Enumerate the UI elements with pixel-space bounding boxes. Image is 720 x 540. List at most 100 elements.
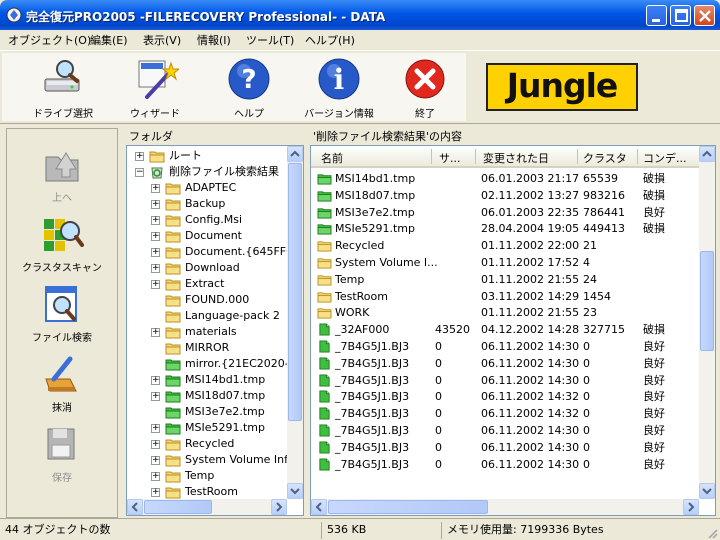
tree-horizontal-scrollbar[interactable] — [127, 499, 287, 515]
expand-icon[interactable]: + — [151, 232, 160, 241]
expand-icon[interactable]: + — [151, 472, 160, 481]
scroll-up-arrow[interactable] — [287, 146, 303, 162]
file-row[interactable]: _7B4G5J1.BJ3 0 06.11.2002 14:30 0 良好 — [311, 372, 699, 389]
scroll-down-arrow[interactable] — [287, 483, 303, 499]
up-button[interactable]: 上へ — [7, 139, 117, 207]
tree-node[interactable]: Language-pack 2 — [127, 308, 287, 324]
resize-grip-icon[interactable] — [706, 527, 718, 539]
tree-node[interactable]: + ルート — [127, 148, 287, 164]
column-divider[interactable] — [637, 149, 638, 164]
file-row[interactable]: MSI18d07.tmp 02.11.2002 13:27 983216 破損 — [311, 187, 699, 204]
tree-node[interactable]: + Backup — [127, 196, 287, 212]
exit-button[interactable]: 終了 — [380, 57, 470, 121]
tree-node[interactable]: + Document — [127, 228, 287, 244]
file-row[interactable]: MSI14bd1.tmp 06.01.2003 21:17 65539 破損 — [311, 170, 699, 187]
menu-tools[interactable]: ツール(T) — [246, 32, 294, 48]
tree-node[interactable]: MIRROR — [127, 340, 287, 356]
scroll-left-arrow[interactable] — [311, 499, 327, 515]
menu-edit[interactable]: 編集(E) — [90, 32, 128, 48]
file-row[interactable]: MSIe5291.tmp 28.04.2004 19:05 449413 破損 — [311, 220, 699, 237]
scroll-right-arrow[interactable] — [271, 499, 287, 515]
file-horizontal-scrollbar[interactable] — [311, 499, 699, 515]
column-condition[interactable]: コンデ... — [643, 150, 687, 166]
expand-icon[interactable]: + — [151, 328, 160, 337]
scroll-thumb[interactable] — [700, 251, 714, 351]
tree-node[interactable]: MSI3e7e2.tmp — [127, 404, 287, 420]
tree-node[interactable]: + Temp — [127, 468, 287, 484]
scroll-right-arrow[interactable] — [683, 499, 699, 515]
version-button[interactable]: i バージョン情報 — [294, 57, 384, 121]
maximize-button[interactable] — [670, 5, 691, 26]
scroll-thumb[interactable] — [328, 500, 488, 514]
file-row[interactable]: TestRoom 03.11.2002 14:29 1454 — [311, 288, 699, 305]
collapse-icon[interactable]: − — [135, 168, 144, 177]
file-search-button[interactable]: ファイル検索 — [7, 279, 117, 347]
column-divider[interactable] — [475, 149, 476, 164]
expand-icon[interactable]: + — [151, 280, 160, 289]
tree-node[interactable]: + Config.Msi — [127, 212, 287, 228]
tree-node[interactable]: + ADAPTEC — [127, 180, 287, 196]
drive-select-button[interactable]: ドライブ選択 — [18, 57, 108, 121]
tree-node[interactable]: + TestRoom — [127, 484, 287, 500]
wizard-button[interactable]: ウィザード — [110, 57, 200, 121]
file-row[interactable]: WORK 01.11.2002 21:55 23 — [311, 304, 699, 321]
menu-view[interactable]: 表示(V) — [143, 32, 181, 48]
tree-vertical-scrollbar[interactable] — [287, 146, 303, 499]
expand-icon[interactable]: + — [151, 184, 160, 193]
file-row[interactable]: _7B4G5J1.BJ3 0 06.11.2002 14:30 0 良好 — [311, 338, 699, 355]
column-modified[interactable]: 変更された日 — [483, 150, 549, 166]
column-size[interactable]: サ... — [439, 150, 461, 166]
file-row[interactable]: Recycled 01.11.2002 22:00 21 — [311, 237, 699, 254]
expand-icon[interactable]: + — [151, 392, 160, 401]
expand-icon[interactable]: + — [151, 248, 160, 257]
tree-node[interactable]: + Recycled — [127, 436, 287, 452]
file-row[interactable]: _7B4G5J1.BJ3 0 06.11.2002 14:32 0 良好 — [311, 388, 699, 405]
tree-node[interactable]: − 削除ファイル検索結果 — [127, 164, 287, 180]
cluster-scan-button[interactable]: クラスタスキャン — [7, 209, 117, 277]
tree-node[interactable]: + MSI14bd1.tmp — [127, 372, 287, 388]
expand-icon[interactable]: + — [135, 152, 144, 161]
tree-node[interactable]: + Extract — [127, 276, 287, 292]
menu-info[interactable]: 情報(I) — [197, 32, 231, 48]
close-button[interactable] — [694, 5, 715, 26]
menu-help[interactable]: ヘルプ(H) — [305, 32, 355, 48]
minimize-button[interactable] — [646, 5, 667, 26]
file-row[interactable]: _7B4G5J1.BJ3 0 06.11.2002 14:30 0 良好 — [311, 456, 699, 473]
scroll-down-arrow[interactable] — [699, 483, 715, 499]
tree-node[interactable]: FOUND.000 — [127, 292, 287, 308]
tree-node[interactable]: + Download — [127, 260, 287, 276]
expand-icon[interactable]: + — [151, 200, 160, 209]
tree-node[interactable]: + MSI18d07.tmp — [127, 388, 287, 404]
app-icon[interactable] — [6, 7, 22, 23]
expand-icon[interactable]: + — [151, 456, 160, 465]
column-divider[interactable] — [431, 149, 432, 164]
tree-node[interactable]: + Document.{645FF04 — [127, 244, 300, 260]
file-row[interactable]: _7B4G5J1.BJ3 0 06.11.2002 14:30 0 良好 — [311, 422, 699, 439]
file-row[interactable]: Temp 01.11.2002 21:55 24 — [311, 271, 699, 288]
tree-node[interactable]: + MSIe5291.tmp — [127, 420, 287, 436]
expand-icon[interactable]: + — [151, 488, 160, 497]
file-list[interactable]: 名前 サ... 変更された日 クラスタ コンデ... MSI14bd1.tmp 0… — [310, 145, 716, 516]
scroll-thumb[interactable] — [144, 500, 212, 514]
expand-icon[interactable]: + — [151, 264, 160, 273]
menu-object[interactable]: オブジェクト(O) — [8, 32, 91, 48]
scroll-left-arrow[interactable] — [127, 499, 143, 515]
erase-button[interactable]: 抹消 — [7, 349, 117, 417]
column-cluster[interactable]: クラスタ — [583, 150, 627, 166]
expand-icon[interactable]: + — [151, 440, 160, 449]
save-button[interactable]: 保存 — [7, 419, 117, 487]
folder-tree[interactable]: + ルート − 削除ファイル検索結果 + ADAPTEC + Backup + Config.Ms… — [126, 145, 304, 516]
file-row[interactable]: _7B4G5J1.BJ3 0 06.11.2002 14:30 0 良好 — [311, 355, 699, 372]
tree-node[interactable]: mirror.{21EC2020-3 — [127, 356, 296, 372]
file-row[interactable]: MSI3e7e2.tmp 06.01.2003 22:35 786441 良好 — [311, 204, 699, 221]
column-divider[interactable] — [577, 149, 578, 164]
tree-node[interactable]: + materials — [127, 324, 287, 340]
help-button[interactable]: ? ヘルプ — [204, 57, 294, 121]
expand-icon[interactable]: + — [151, 216, 160, 225]
file-row[interactable]: _7B4G5J1.BJ3 0 06.11.2002 14:32 0 良好 — [311, 405, 699, 422]
scroll-up-arrow[interactable] — [699, 146, 715, 162]
tree-node[interactable]: + System Volume Inf — [127, 452, 288, 468]
column-name[interactable]: 名前 — [321, 150, 343, 166]
expand-icon[interactable]: + — [151, 424, 160, 433]
file-row[interactable]: _32AF000 43520 04.12.2002 14:28 327715 破損 — [311, 321, 699, 338]
